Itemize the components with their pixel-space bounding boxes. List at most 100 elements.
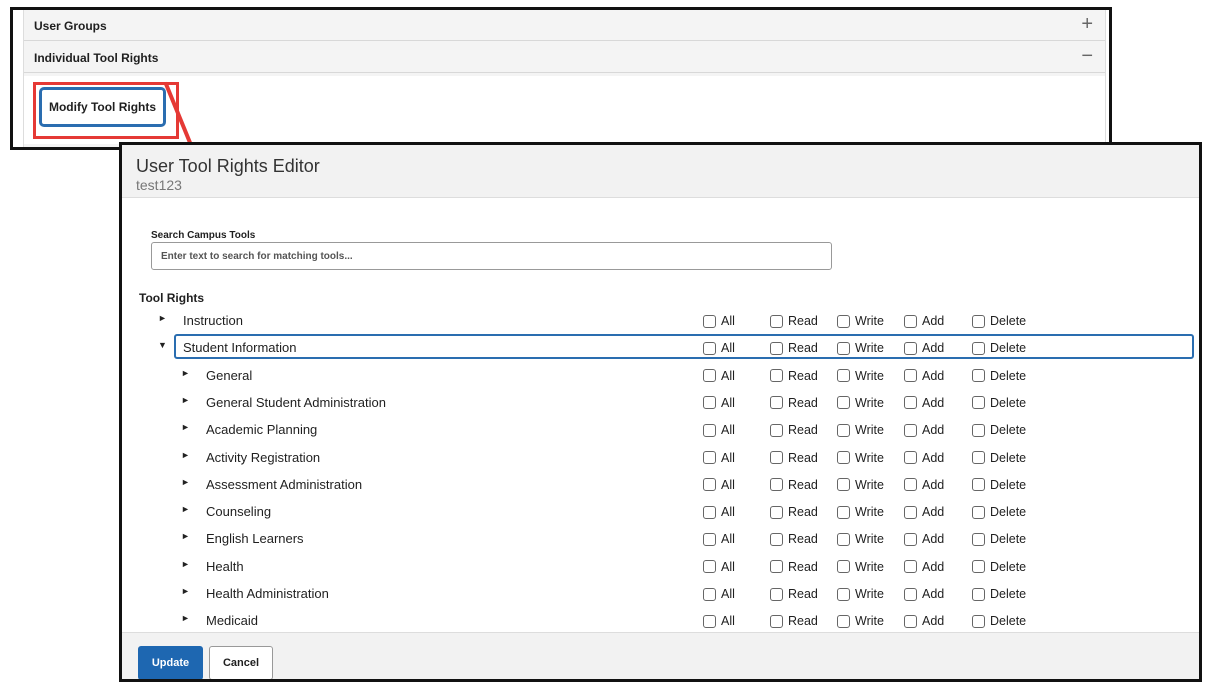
checkbox-box[interactable] bbox=[770, 451, 783, 464]
accordion-individual-tool-rights[interactable]: Individual Tool Rights − bbox=[24, 42, 1105, 73]
checkbox-all[interactable]: All bbox=[703, 586, 735, 602]
tool-row[interactable]: ► General All Read Write Add Delete bbox=[122, 362, 1199, 389]
checkbox-read[interactable]: Read bbox=[770, 504, 818, 520]
checkbox-read[interactable]: Read bbox=[770, 559, 818, 575]
checkbox-box[interactable] bbox=[770, 560, 783, 574]
checkbox-box[interactable] bbox=[904, 314, 917, 328]
checkbox-read[interactable]: Read bbox=[770, 531, 818, 547]
checkbox-read[interactable]: Read bbox=[770, 395, 818, 411]
checkbox-box[interactable] bbox=[703, 505, 716, 519]
checkbox-read[interactable]: Read bbox=[770, 477, 818, 493]
checkbox-write[interactable]: Write bbox=[837, 422, 884, 438]
search-input[interactable] bbox=[151, 242, 832, 270]
checkbox-delete[interactable]: Delete bbox=[972, 559, 1026, 575]
checkbox-all[interactable]: All bbox=[703, 340, 735, 356]
checkbox-box[interactable] bbox=[703, 614, 716, 628]
checkbox-box[interactable] bbox=[703, 532, 716, 546]
checkbox-box[interactable] bbox=[904, 478, 917, 492]
checkbox-write[interactable]: Write bbox=[837, 450, 884, 466]
checkbox-box[interactable] bbox=[972, 560, 985, 574]
checkbox-add[interactable]: Add bbox=[904, 613, 944, 629]
checkbox-read[interactable]: Read bbox=[770, 422, 818, 438]
checkbox-box[interactable] bbox=[770, 532, 783, 546]
caret-right-icon[interactable]: ► bbox=[181, 368, 190, 378]
checkbox-box[interactable] bbox=[837, 369, 850, 383]
checkbox-box[interactable] bbox=[837, 396, 850, 410]
checkbox-delete[interactable]: Delete bbox=[972, 613, 1026, 629]
checkbox-box[interactable] bbox=[837, 341, 850, 355]
checkbox-add[interactable]: Add bbox=[904, 313, 944, 329]
tool-row[interactable]: ► General Student Administration All Read Wr… bbox=[122, 389, 1199, 416]
tool-row[interactable]: ► Assessment Administration All Read Write Ad… bbox=[122, 471, 1199, 498]
checkbox-box[interactable] bbox=[972, 423, 985, 437]
checkbox-box[interactable] bbox=[972, 396, 985, 410]
checkbox-box[interactable] bbox=[703, 478, 716, 492]
checkbox-add[interactable]: Add bbox=[904, 504, 944, 520]
tool-row[interactable]: ► Health Administration All Read Write Add Del… bbox=[122, 580, 1199, 607]
checkbox-box[interactable] bbox=[972, 478, 985, 492]
checkbox-all[interactable]: All bbox=[703, 559, 735, 575]
checkbox-add[interactable]: Add bbox=[904, 531, 944, 547]
checkbox-box[interactable] bbox=[904, 396, 917, 410]
checkbox-box[interactable] bbox=[837, 560, 850, 574]
checkbox-box[interactable] bbox=[703, 314, 716, 328]
caret-right-icon[interactable]: ► bbox=[181, 504, 190, 514]
checkbox-delete[interactable]: Delete bbox=[972, 450, 1026, 466]
checkbox-delete[interactable]: Delete bbox=[972, 340, 1026, 356]
checkbox-add[interactable]: Add bbox=[904, 368, 944, 384]
caret-right-icon[interactable]: ► bbox=[181, 477, 190, 487]
checkbox-add[interactable]: Add bbox=[904, 559, 944, 575]
checkbox-box[interactable] bbox=[972, 341, 985, 355]
caret-right-icon[interactable]: ► bbox=[158, 313, 167, 323]
checkbox-box[interactable] bbox=[904, 505, 917, 519]
checkbox-box[interactable] bbox=[770, 478, 783, 492]
checkbox-box[interactable] bbox=[770, 505, 783, 519]
caret-right-icon[interactable]: ► bbox=[181, 531, 190, 541]
checkbox-read[interactable]: Read bbox=[770, 450, 818, 466]
modify-tool-rights-button[interactable]: Modify Tool Rights bbox=[40, 88, 165, 126]
checkbox-all[interactable]: All bbox=[703, 313, 735, 329]
caret-right-icon[interactable]: ► bbox=[181, 559, 190, 569]
checkbox-read[interactable]: Read bbox=[770, 586, 818, 602]
checkbox-all[interactable]: All bbox=[703, 368, 735, 384]
checkbox-all[interactable]: All bbox=[703, 504, 735, 520]
checkbox-write[interactable]: Write bbox=[837, 395, 884, 411]
checkbox-all[interactable]: All bbox=[703, 395, 735, 411]
checkbox-add[interactable]: Add bbox=[904, 422, 944, 438]
checkbox-box[interactable] bbox=[904, 451, 917, 464]
checkbox-box[interactable] bbox=[972, 587, 985, 601]
tool-row[interactable]: ► English Learners All Read Write Add Delete bbox=[122, 525, 1199, 552]
checkbox-all[interactable]: All bbox=[703, 450, 735, 466]
checkbox-delete[interactable]: Delete bbox=[972, 504, 1026, 520]
checkbox-delete[interactable]: Delete bbox=[972, 395, 1026, 411]
checkbox-box[interactable] bbox=[703, 396, 716, 410]
checkbox-write[interactable]: Write bbox=[837, 368, 884, 384]
tool-row[interactable]: ► Instruction All Read Write Add Delete bbox=[122, 307, 1199, 334]
caret-down-icon[interactable]: ▼ bbox=[158, 340, 167, 350]
checkbox-all[interactable]: All bbox=[703, 422, 735, 438]
checkbox-box[interactable] bbox=[837, 314, 850, 328]
tool-row[interactable]: ► Counseling All Read Write Add Delete bbox=[122, 498, 1199, 525]
checkbox-write[interactable]: Write bbox=[837, 531, 884, 547]
cancel-button[interactable]: Cancel bbox=[209, 646, 273, 679]
caret-right-icon[interactable]: ► bbox=[181, 613, 190, 623]
checkbox-box[interactable] bbox=[703, 451, 716, 464]
checkbox-add[interactable]: Add bbox=[904, 395, 944, 411]
caret-right-icon[interactable]: ► bbox=[181, 422, 190, 432]
checkbox-box[interactable] bbox=[770, 396, 783, 410]
checkbox-box[interactable] bbox=[972, 505, 985, 519]
checkbox-box[interactable] bbox=[904, 423, 917, 437]
checkbox-box[interactable] bbox=[837, 614, 850, 628]
checkbox-box[interactable] bbox=[837, 423, 850, 437]
checkbox-box[interactable] bbox=[770, 614, 783, 628]
caret-right-icon[interactable]: ► bbox=[181, 450, 190, 460]
checkbox-box[interactable] bbox=[770, 369, 783, 383]
checkbox-write[interactable]: Write bbox=[837, 613, 884, 629]
checkbox-delete[interactable]: Delete bbox=[972, 368, 1026, 384]
checkbox-all[interactable]: All bbox=[703, 531, 735, 547]
checkbox-read[interactable]: Read bbox=[770, 368, 818, 384]
checkbox-box[interactable] bbox=[703, 369, 716, 383]
checkbox-box[interactable] bbox=[770, 587, 783, 601]
checkbox-box[interactable] bbox=[770, 341, 783, 355]
checkbox-delete[interactable]: Delete bbox=[972, 422, 1026, 438]
